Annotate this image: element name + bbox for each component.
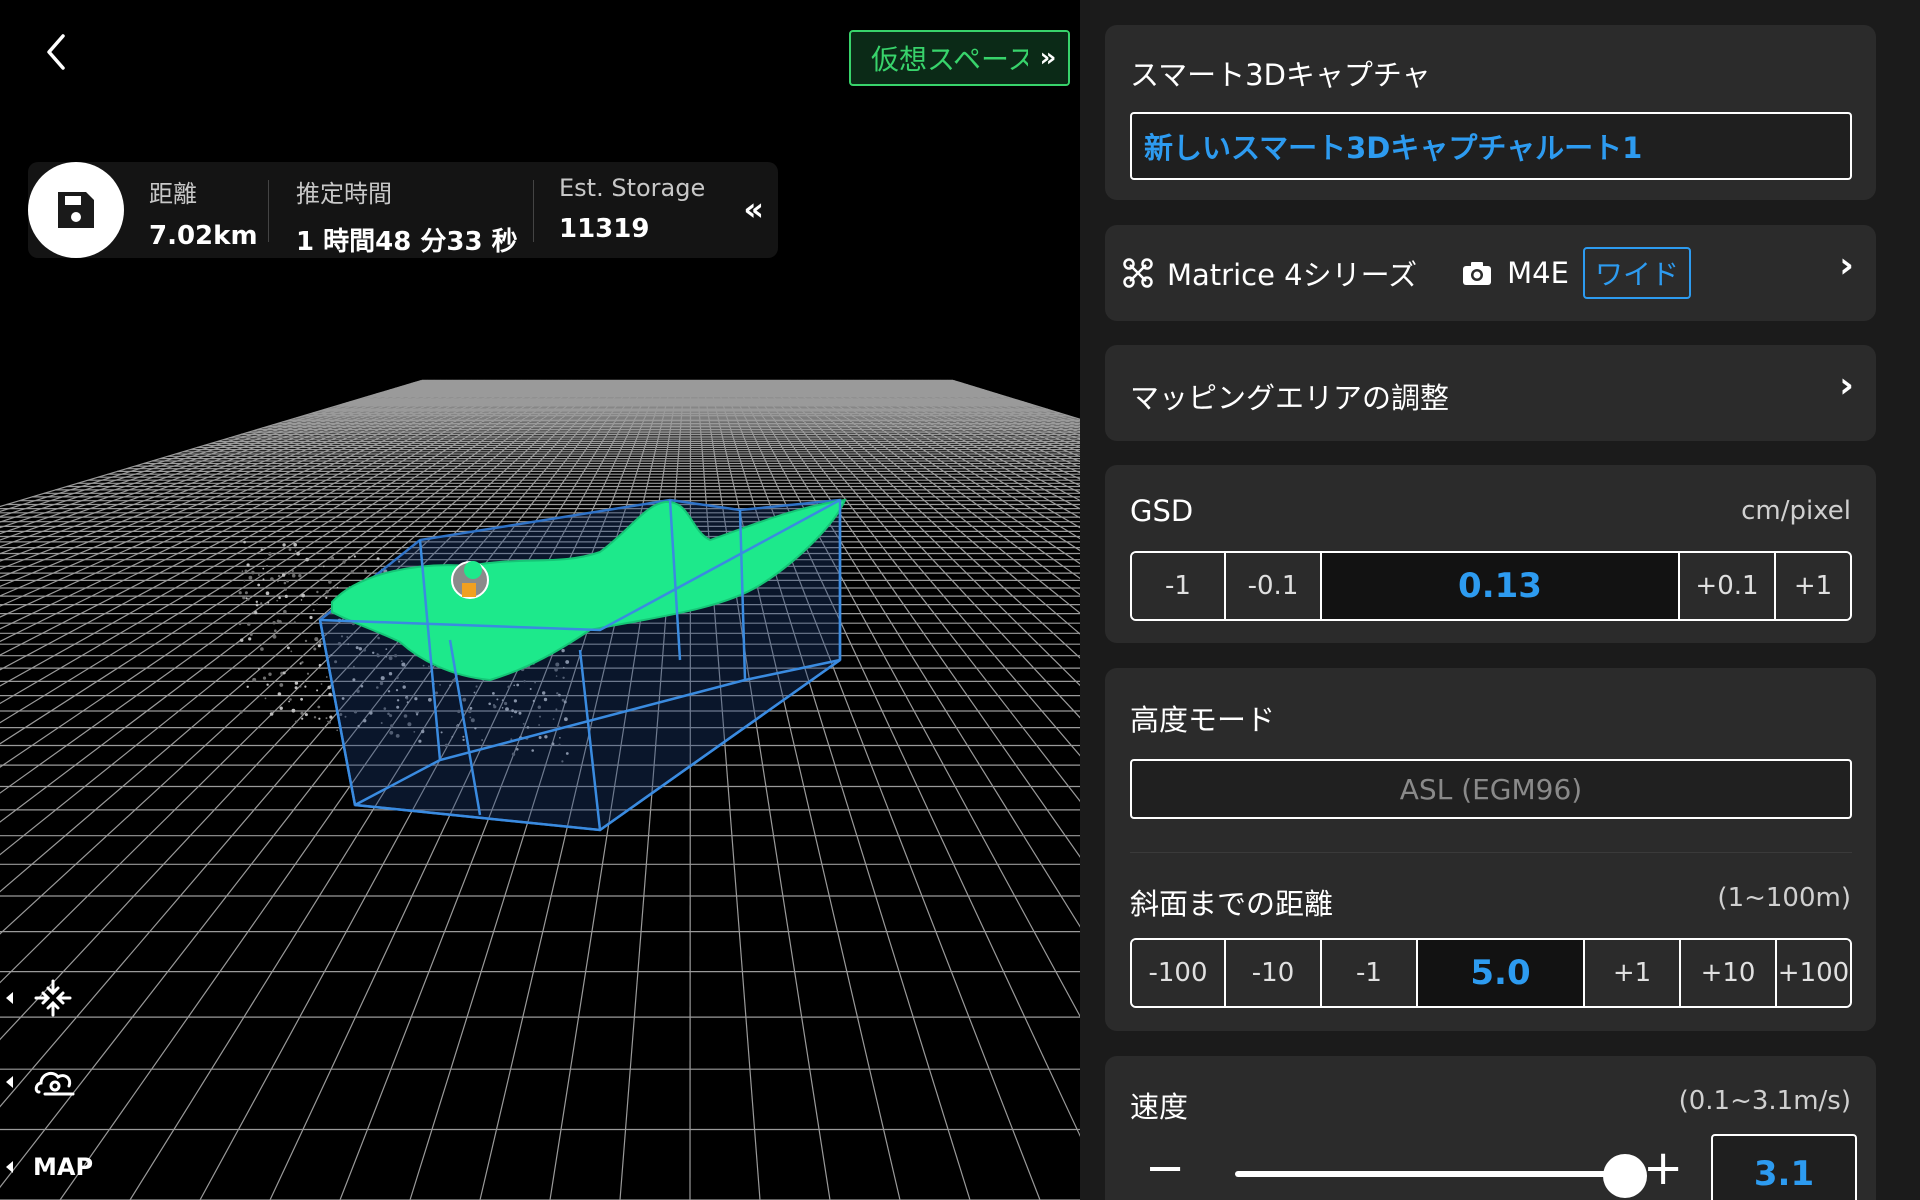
mapping-area-label: マッピングエリアの調整 [1130, 381, 1450, 415]
slope-plus-10-button[interactable]: +10 [1681, 940, 1777, 1006]
route-name-card: スマート3Dキャプチャ 新しいスマート3Dキャプチャルート1 [1105, 25, 1876, 200]
section-divider [1130, 852, 1852, 853]
slope-distance-label: 斜面までの距離 [1130, 887, 1334, 921]
3d-viewport[interactable]: 仮想スペース » 距離 7.02km 推定時間 1 時間48 分33 秒 Est… [0, 0, 1080, 1200]
back-button[interactable] [32, 28, 80, 76]
gsd-plus-0.1-button[interactable]: +0.1 [1680, 553, 1776, 619]
time-value: 1 時間48 分33 秒 [296, 227, 518, 257]
expand-arrow-icon [6, 1076, 13, 1088]
time-stat: 推定時間 1 時間48 分33 秒 [296, 174, 518, 258]
virtual-space-label: 仮想スペース [871, 43, 1036, 76]
horizon-fade [0, 280, 1080, 370]
distance-stat: 距離 7.02km [149, 174, 258, 251]
device-card[interactable]: Matrice 4シリーズ M4E ワイド › [1105, 225, 1876, 321]
expand-arrow-icon [6, 992, 13, 1004]
storage-stat: Est. Storage 11319 [559, 174, 705, 244]
altitude-card: 高度モード ASL (EGM96) 斜面までの距離 (1~100m) -100 … [1105, 668, 1876, 1031]
expand-panel-icon: » [1028, 32, 1068, 84]
stat-divider [268, 180, 269, 242]
speed-label: 速度 [1130, 1090, 1189, 1124]
altitude-mode-select[interactable]: ASL (EGM96) [1130, 759, 1852, 819]
speed-decrease-button[interactable]: − [1145, 1144, 1185, 1192]
settings-panel[interactable]: スマート3Dキャプチャ 新しいスマート3Dキャプチャルート1 Matrice 4… [1080, 0, 1920, 1200]
map-toggle[interactable]: MAP [6, 1153, 93, 1181]
speed-range: (0.1~3.1m/s) [1678, 1086, 1851, 1116]
save-button[interactable] [28, 162, 124, 258]
slope-minus-10-button[interactable]: -10 [1226, 940, 1322, 1006]
save-icon [58, 192, 94, 228]
speed-increase-button[interactable]: + [1643, 1144, 1683, 1192]
storage-label: Est. Storage [559, 174, 706, 202]
gsd-minus-1-button[interactable]: -1 [1132, 553, 1226, 619]
gsd-unit: cm/pixel [1741, 496, 1851, 526]
speed-value-input[interactable]: 3.1 [1711, 1134, 1857, 1200]
recenter-icon [34, 979, 72, 1017]
camera-icon [1463, 262, 1492, 285]
slope-distance-value[interactable]: 5.0 [1418, 940, 1585, 1006]
gsd-stepper: -1 -0.1 0.13 +0.1 +1 [1130, 551, 1852, 621]
map-label: MAP [33, 1153, 94, 1181]
drone-model: Matrice 4シリーズ [1167, 258, 1418, 292]
back-icon [47, 34, 65, 70]
gsd-minus-0.1-button[interactable]: -0.1 [1226, 553, 1322, 619]
capture-title: スマート3Dキャプチャ [1130, 58, 1431, 92]
stat-divider [533, 180, 534, 242]
chevron-right-icon: › [1839, 245, 1854, 286]
gsd-plus-1-button[interactable]: +1 [1776, 553, 1850, 619]
virtual-space-button[interactable]: 仮想スペース » [849, 30, 1070, 86]
camera-model: M4E [1507, 256, 1569, 290]
time-label: 推定時間 [296, 180, 392, 208]
slope-distance-stepper: -100 -10 -1 5.0 +1 +10 +100 [1130, 938, 1852, 1008]
expand-arrow-icon [6, 1161, 13, 1173]
storage-value: 11319 [559, 214, 650, 244]
device-row: Matrice 4シリーズ M4E ワイド [1123, 225, 1691, 321]
speed-slider-handle[interactable] [1603, 1154, 1647, 1198]
slope-plus-100-button[interactable]: +100 [1777, 940, 1850, 1006]
gsd-label: GSD [1130, 494, 1194, 528]
recenter-tool[interactable] [6, 978, 73, 1018]
speed-slider-track[interactable] [1235, 1171, 1625, 1177]
location-cloud-icon [34, 1071, 75, 1096]
location-tool[interactable] [6, 1064, 75, 1100]
slope-plus-1-button[interactable]: +1 [1585, 940, 1681, 1006]
chevron-right-icon: › [1839, 365, 1854, 406]
drone-icon [1123, 258, 1153, 288]
slope-minus-100-button[interactable]: -100 [1132, 940, 1226, 1006]
route-name-input[interactable]: 新しいスマート3Dキャプチャルート1 [1130, 112, 1852, 180]
slope-distance-range: (1~100m) [1717, 883, 1851, 913]
slope-minus-1-button[interactable]: -1 [1322, 940, 1418, 1006]
mapping-area-row[interactable]: マッピングエリアの調整 › [1105, 345, 1876, 441]
gsd-card: GSD cm/pixel -1 -0.1 0.13 +0.1 +1 [1105, 465, 1876, 643]
home-point-marker[interactable] [451, 561, 489, 599]
lens-badge[interactable]: ワイド [1582, 247, 1691, 299]
distance-value: 7.02km [149, 221, 258, 251]
gsd-value[interactable]: 0.13 [1322, 553, 1680, 619]
route-stats-bar: 距離 7.02km 推定時間 1 時間48 分33 秒 Est. Storage… [28, 162, 778, 258]
distance-label: 距離 [149, 180, 197, 208]
collapse-stats-icon[interactable]: « [743, 190, 764, 228]
speed-card: 速度 (0.1~3.1m/s) − + 3.1 [1105, 1056, 1876, 1200]
altitude-mode-label: 高度モード [1130, 703, 1276, 737]
